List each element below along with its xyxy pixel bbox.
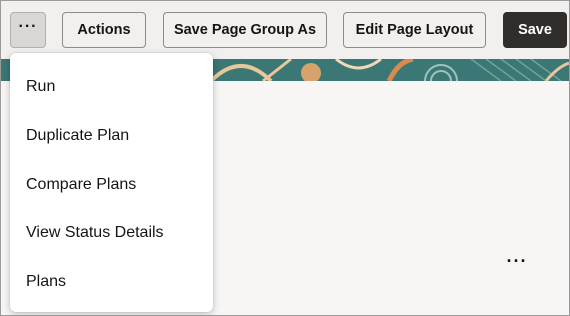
actions-button[interactable]: Actions	[62, 12, 146, 48]
more-options-menu: Run Duplicate Plan Compare Plans View St…	[10, 53, 213, 312]
save-page-group-as-button[interactable]: Save Page Group As	[163, 12, 327, 48]
app-frame: ··· Actions Save Page Group As Edit Page…	[0, 0, 570, 316]
edit-page-layout-button[interactable]: Edit Page Layout	[343, 12, 486, 48]
menu-item-view-status-details[interactable]: View Status Details	[10, 215, 213, 251]
ellipsis-icon: ···	[18, 18, 38, 35]
more-options-button[interactable]: ···	[10, 12, 46, 48]
menu-item-duplicate-plan[interactable]: Duplicate Plan	[10, 118, 213, 154]
content-more-options-icon[interactable]: ···	[505, 251, 529, 271]
menu-item-compare-plans[interactable]: Compare Plans	[10, 167, 213, 203]
save-button[interactable]: Save	[503, 12, 567, 48]
menu-item-run[interactable]: Run	[10, 69, 213, 105]
menu-item-plans[interactable]: Plans	[10, 264, 213, 300]
toolbar: ··· Actions Save Page Group As Edit Page…	[1, 1, 569, 59]
